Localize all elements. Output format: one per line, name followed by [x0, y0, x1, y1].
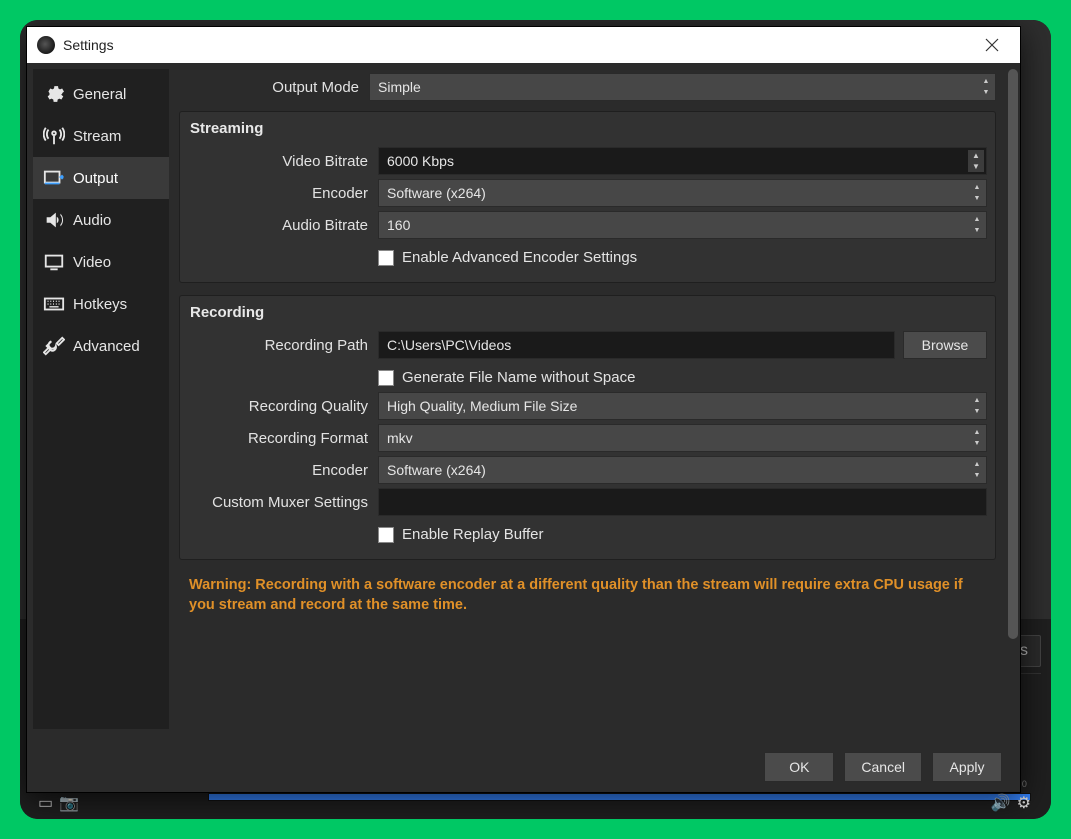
keyboard-icon	[43, 293, 65, 315]
titlebar: Settings	[27, 27, 1020, 63]
dropdown-arrows-icon: ▲▼	[970, 214, 984, 236]
sidebar-item-label: Advanced	[73, 338, 140, 355]
bg-tv-icon: ▭	[38, 793, 53, 813]
bg-volume-icon: 🔊	[991, 793, 1011, 813]
video-icon	[43, 251, 65, 273]
stream-icon	[43, 125, 65, 147]
scrollbar[interactable]	[1008, 69, 1018, 732]
settings-window: Settings General Stream	[26, 26, 1021, 793]
filename-nospace-checkbox[interactable]	[378, 370, 394, 386]
recording-format-label: Recording Format	[188, 430, 368, 447]
video-bitrate-label: Video Bitrate	[188, 153, 368, 170]
output-mode-select[interactable]: Simple ▲▼	[369, 73, 996, 101]
muxer-settings-label: Custom Muxer Settings	[188, 494, 368, 511]
sidebar-item-label: Video	[73, 254, 111, 271]
recording-encoder-label: Encoder	[188, 462, 368, 479]
spinner-arrows-icon[interactable]: ▲▼	[968, 150, 984, 172]
sidebar-item-output[interactable]: Output	[33, 157, 169, 199]
sidebar-item-stream[interactable]: Stream	[33, 115, 169, 157]
dropdown-arrows-icon: ▲▼	[970, 427, 984, 449]
replay-buffer-checkbox-label: Enable Replay Buffer	[402, 526, 543, 543]
audio-bitrate-select[interactable]: 160 ▲▼	[378, 211, 987, 239]
stream-encoder-select[interactable]: Software (x264) ▲▼	[378, 179, 987, 207]
close-button[interactable]	[974, 31, 1010, 59]
recording-format-select[interactable]: mkv ▲▼	[378, 424, 987, 452]
audio-bitrate-label: Audio Bitrate	[188, 217, 368, 234]
ok-button[interactable]: OK	[764, 752, 834, 782]
browse-button[interactable]: Browse	[903, 331, 987, 359]
replay-buffer-checkbox[interactable]	[378, 527, 394, 543]
dropdown-arrows-icon: ▲▼	[970, 459, 984, 481]
bg-gear-icon: ⚙	[1017, 793, 1031, 813]
advanced-encoder-checkbox-label: Enable Advanced Encoder Settings	[402, 249, 637, 266]
audio-icon	[43, 209, 65, 231]
bg-camera-icon: 📷	[59, 793, 79, 813]
sidebar: General Stream Output	[33, 69, 169, 729]
obs-icon	[37, 36, 55, 54]
recording-path-label: Recording Path	[188, 337, 368, 354]
sidebar-item-advanced[interactable]: Advanced	[33, 325, 169, 367]
output-icon	[43, 167, 65, 189]
muxer-settings-input[interactable]	[378, 488, 987, 516]
sidebar-item-general[interactable]: General	[33, 73, 169, 115]
sidebar-item-hotkeys[interactable]: Hotkeys	[33, 283, 169, 325]
output-mode-label: Output Mode	[179, 79, 359, 96]
stream-encoder-label: Encoder	[188, 185, 368, 202]
recording-path-input[interactable]: C:\Users\PC\Videos	[378, 331, 895, 359]
filename-nospace-checkbox-label: Generate File Name without Space	[402, 369, 635, 386]
sidebar-item-label: Stream	[73, 128, 121, 145]
recording-encoder-select[interactable]: Software (x264) ▲▼	[378, 456, 987, 484]
apply-button[interactable]: Apply	[932, 752, 1002, 782]
content-area: Output Mode Simple ▲▼ Streaming Video Bi…	[169, 63, 1020, 792]
advanced-encoder-checkbox[interactable]	[378, 250, 394, 266]
dropdown-arrows-icon: ▲▼	[970, 395, 984, 417]
tools-icon	[43, 335, 65, 357]
warning-text: Warning: Recording with a software encod…	[179, 566, 1010, 619]
sidebar-item-label: Output	[73, 170, 118, 187]
cancel-button[interactable]: Cancel	[844, 752, 922, 782]
streaming-panel-title: Streaming	[188, 118, 987, 143]
recording-panel-title: Recording	[188, 302, 987, 327]
sidebar-item-audio[interactable]: Audio	[33, 199, 169, 241]
recording-quality-select[interactable]: High Quality, Medium File Size ▲▼	[378, 392, 987, 420]
footer-buttons: OK Cancel Apply	[764, 752, 1002, 782]
video-bitrate-input[interactable]: 6000 Kbps ▲▼	[378, 147, 987, 175]
streaming-panel: Streaming Video Bitrate 6000 Kbps ▲▼ Enc…	[179, 111, 996, 283]
recording-quality-label: Recording Quality	[188, 398, 368, 415]
sidebar-item-label: Audio	[73, 212, 111, 229]
sidebar-item-label: Hotkeys	[73, 296, 127, 313]
recording-panel: Recording Recording Path C:\Users\PC\Vid…	[179, 295, 996, 560]
scrollbar-thumb[interactable]	[1008, 69, 1018, 639]
window-title: Settings	[63, 37, 114, 53]
sidebar-item-label: General	[73, 86, 126, 103]
dropdown-arrows-icon: ▲▼	[979, 76, 993, 98]
dropdown-arrows-icon: ▲▼	[970, 182, 984, 204]
gear-icon	[43, 83, 65, 105]
sidebar-item-video[interactable]: Video	[33, 241, 169, 283]
